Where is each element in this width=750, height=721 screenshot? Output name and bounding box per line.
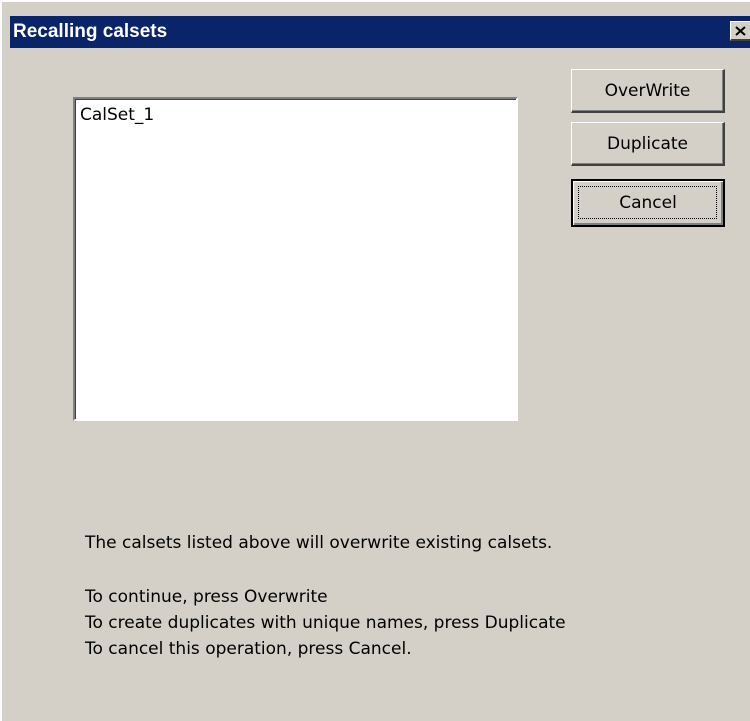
instruction-duplicate: To create duplicates with unique names, … [85,613,566,633]
overwrite-warning-text: The calsets listed above will overwrite … [85,533,553,553]
list-item[interactable]: CalSet_1 [80,104,154,126]
title-bar[interactable]: Recalling calsets [10,16,750,48]
calset-listbox[interactable]: CalSet_1 [73,97,518,421]
duplicate-button[interactable]: Duplicate [571,122,725,166]
overwrite-button[interactable]: OverWrite [571,69,725,113]
close-icon [735,25,746,36]
instruction-cancel: To cancel this operation, press Cancel. [85,639,412,659]
close-button[interactable] [730,21,750,41]
duplicate-button-label: Duplicate [607,133,688,154]
cancel-button-label: Cancel [619,193,677,213]
instruction-overwrite: To continue, press Overwrite [85,587,328,607]
overwrite-button-label: OverWrite [604,80,691,101]
cancel-button[interactable]: Cancel [571,179,725,227]
window-title: Recalling calsets [13,21,168,42]
recalling-calsets-dialog: Recalling calsets CalSet_1 OverWrite Dup… [0,0,750,721]
